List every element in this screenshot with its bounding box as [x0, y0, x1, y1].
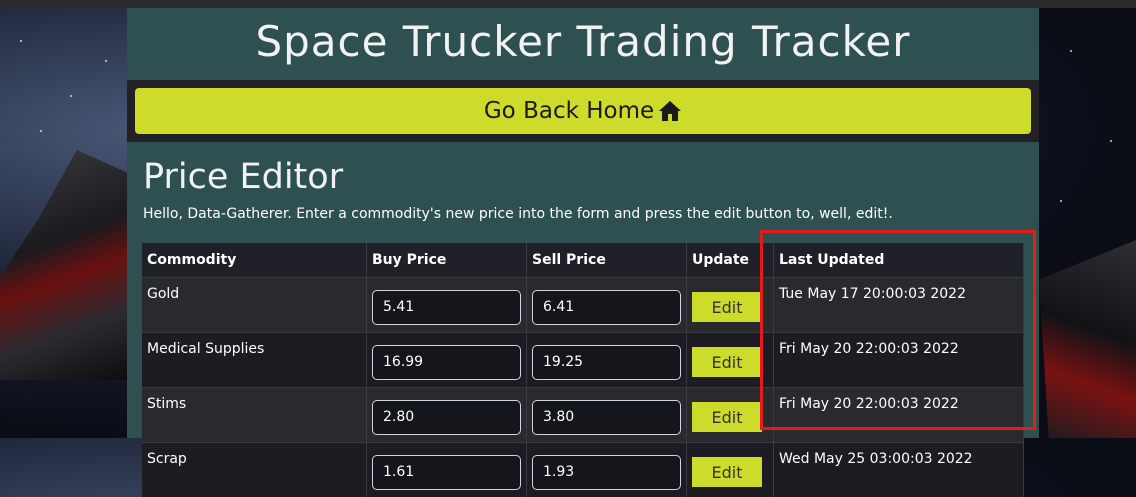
main-panel: Space Trucker Trading Tracker Go Back Ho… — [127, 8, 1039, 438]
star — [20, 40, 22, 42]
spaceship-left — [0, 150, 128, 380]
table-row: Stims Edit Fri May 20 22:00:03 2022 — [142, 388, 1024, 443]
sell-price-cell — [527, 333, 687, 388]
column-header-update: Update — [687, 243, 774, 278]
intro-text: Hello, Data-Gatherer. Enter a commodity'… — [143, 206, 893, 222]
sell-price-cell — [527, 278, 687, 333]
table-row: Scrap Edit Wed May 25 03:00:03 2022 — [142, 443, 1024, 497]
column-header-last-updated: Last Updated — [774, 243, 1024, 278]
spaceship-right — [1039, 240, 1136, 438]
page-title: Price Editor — [143, 156, 343, 198]
commodity-cell: Medical Supplies — [142, 333, 367, 388]
buy-price-cell — [367, 443, 527, 497]
sell-price-input[interactable] — [532, 345, 681, 380]
edit-button[interactable]: Edit — [692, 457, 762, 487]
commodity-cell: Stims — [142, 388, 367, 443]
sell-price-cell — [527, 443, 687, 497]
star — [1110, 140, 1112, 142]
column-header-commodity: Commodity — [142, 243, 367, 278]
sell-price-cell — [527, 388, 687, 443]
commodity-cell: Gold — [142, 278, 367, 333]
buy-price-cell — [367, 388, 527, 443]
buy-price-input[interactable] — [372, 345, 521, 380]
star — [40, 130, 42, 132]
header: Space Trucker Trading Tracker — [127, 8, 1039, 80]
star — [1060, 200, 1062, 202]
edit-button[interactable]: Edit — [692, 292, 762, 322]
buy-price-input[interactable] — [372, 290, 521, 325]
go-back-home-button[interactable]: Go Back Home — [135, 88, 1031, 134]
sell-price-input[interactable] — [532, 400, 681, 435]
buy-price-input[interactable] — [372, 400, 521, 435]
update-cell: Edit — [687, 443, 774, 497]
last-updated-cell: Tue May 17 20:00:03 2022 — [774, 278, 1024, 333]
browser-top-bar — [0, 0, 1136, 8]
nav-bar: Go Back Home — [127, 80, 1039, 142]
home-icon — [658, 100, 682, 122]
star — [70, 95, 72, 97]
star — [105, 60, 107, 62]
price-table: Commodity Buy Price Sell Price Update La… — [142, 243, 1024, 497]
last-updated-cell: Fri May 20 22:00:03 2022 — [774, 388, 1024, 443]
edit-button[interactable]: Edit — [692, 347, 762, 377]
sell-price-input[interactable] — [532, 290, 681, 325]
app-title: Space Trucker Trading Tracker — [127, 8, 1039, 80]
last-updated-cell: Fri May 20 22:00:03 2022 — [774, 333, 1024, 388]
buy-price-cell — [367, 278, 527, 333]
update-cell: Edit — [687, 388, 774, 443]
table-row: Gold Edit Tue May 17 20:00:03 2022 — [142, 278, 1024, 333]
edit-button[interactable]: Edit — [692, 402, 762, 432]
buy-price-cell — [367, 333, 527, 388]
last-updated-cell: Wed May 25 03:00:03 2022 — [774, 443, 1024, 497]
column-header-sell-price: Sell Price — [527, 243, 687, 278]
update-cell: Edit — [687, 333, 774, 388]
buy-price-input[interactable] — [372, 455, 521, 490]
column-header-buy-price: Buy Price — [367, 243, 527, 278]
sell-price-input[interactable] — [532, 455, 681, 490]
table-header-row: Commodity Buy Price Sell Price Update La… — [142, 243, 1024, 278]
update-cell: Edit — [687, 278, 774, 333]
table-row: Medical Supplies Edit Fri May 20 22:00:0… — [142, 333, 1024, 388]
commodity-cell: Scrap — [142, 443, 367, 497]
star — [1070, 50, 1072, 52]
home-button-label: Go Back Home — [484, 98, 654, 124]
